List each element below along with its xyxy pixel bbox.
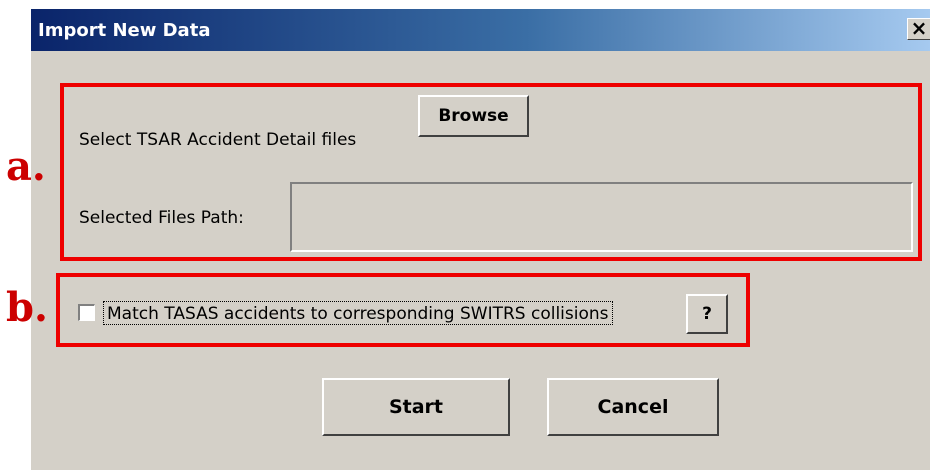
close-button[interactable]: ×	[907, 18, 930, 40]
annotation-a: a.	[6, 143, 46, 190]
highlight-box-b	[56, 273, 750, 347]
start-button[interactable]: Start	[322, 378, 510, 436]
cancel-button[interactable]: Cancel	[547, 378, 719, 436]
dialog-title: Import New Data	[38, 20, 211, 41]
highlight-box-a	[60, 83, 922, 261]
close-icon: ×	[910, 16, 928, 40]
annotation-b: b.	[6, 284, 48, 331]
title-bar: Import New Data ×	[31, 9, 930, 51]
